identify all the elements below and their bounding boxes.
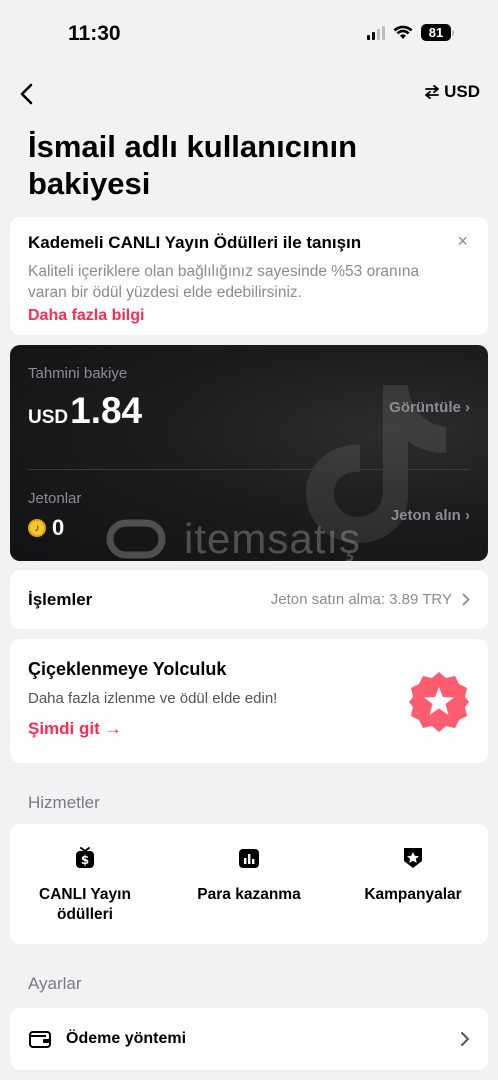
battery-icon: 81 [421, 24, 454, 41]
chevron-right-icon [461, 1032, 469, 1046]
transactions-title: İşlemler [28, 589, 93, 609]
view-balance-link[interactable]: Görüntüle › [389, 399, 470, 416]
wallet-icon [29, 1031, 51, 1048]
settings-section-label: Ayarlar [28, 974, 82, 993]
payment-method-label: Ödeme yöntemi [66, 1030, 187, 1047]
balance-value: 1.84 [70, 390, 143, 431]
signal-icon [367, 25, 385, 40]
close-icon[interactable]: × [457, 231, 468, 252]
services-section-label: Hizmetler [28, 793, 100, 812]
divider [28, 469, 470, 470]
journey-card: Çiçeklenmeye Yolculuk Daha fazla izlenme… [10, 639, 488, 763]
watermark-logo-icon [106, 519, 166, 559]
service-label: Para kazanma [197, 886, 301, 903]
live-rewards-icon: $ [76, 847, 94, 868]
service-live-rewards[interactable]: $ CANLI Yayın ödülleri [10, 846, 160, 925]
balance-card: Tahmini bakiye USD 1.84 Görüntüle › Jeto… [10, 345, 488, 561]
transactions-detail: Jeton satın alma: 3.89 TRY [270, 591, 452, 608]
buy-coins-link[interactable]: Jeton alın › [391, 507, 470, 524]
promo-text: Kaliteli içeriklere olan bağlılığınız sa… [28, 263, 420, 301]
battery-level: 81 [421, 24, 451, 41]
payment-method-row[interactable]: Ödeme yöntemi [10, 1008, 488, 1070]
service-monetization[interactable]: Para kazanma [174, 846, 324, 905]
service-label: CANLI Yayın ödülleri [39, 886, 131, 923]
transactions-detail-group: Jeton satın alma: 3.89 TRY [271, 591, 470, 608]
coins-label: Jetonlar [28, 490, 82, 507]
currency-label: USD [444, 82, 480, 101]
status-icons: 81 [367, 24, 454, 41]
services-card: $ CANLI Yayın ödülleri Para kazanma Kamp… [10, 824, 488, 944]
service-campaigns[interactable]: Kampanyalar [338, 846, 488, 905]
promo-title: Kademeli CANLI Yayın Ödülleri ile tanışı… [28, 233, 362, 252]
svg-text:$: $ [81, 853, 89, 867]
service-label: Kampanyalar [364, 886, 462, 903]
balance-currency: USD [28, 407, 69, 428]
coins-value: 0 [52, 515, 65, 540]
balance-label: Tahmini bakiye [28, 365, 128, 382]
status-bar: 11:30 81 [0, 0, 498, 60]
campaigns-icon [404, 848, 422, 868]
learn-more-link[interactable]: Daha fazla bilgi [28, 307, 144, 325]
coin-icon: ♪ [28, 519, 46, 537]
balance-amount: USD 1.84 [28, 390, 142, 432]
chevron-right-icon [462, 593, 470, 606]
swap-icon [425, 85, 439, 99]
go-now-link[interactable]: Şimdi git → [28, 719, 122, 739]
journey-title: Çiçeklenmeye Yolculuk [28, 659, 227, 679]
status-time: 11:30 [68, 22, 121, 45]
watermark-text: itemsatış [184, 515, 362, 561]
wifi-icon [393, 25, 413, 39]
transactions-row[interactable]: İşlemler Jeton satın alma: 3.89 TRY [10, 570, 488, 629]
promo-card: Kademeli CANLI Yayın Ödülleri ile tanışı… [10, 217, 488, 335]
currency-switch-button[interactable]: USD [424, 82, 480, 102]
monetization-icon [239, 849, 259, 868]
watermark: itemsatış [106, 515, 361, 561]
coins-amount: ♪ 0 [28, 515, 64, 541]
journey-text: Daha fazla izlenme ve ödül elde edin! [28, 690, 278, 707]
star-badge-icon [409, 672, 469, 732]
page-title: İsmail adlı kullanıcının bakiyesi [28, 129, 358, 201]
back-button[interactable] [16, 80, 38, 108]
top-nav: USD [0, 78, 498, 110]
